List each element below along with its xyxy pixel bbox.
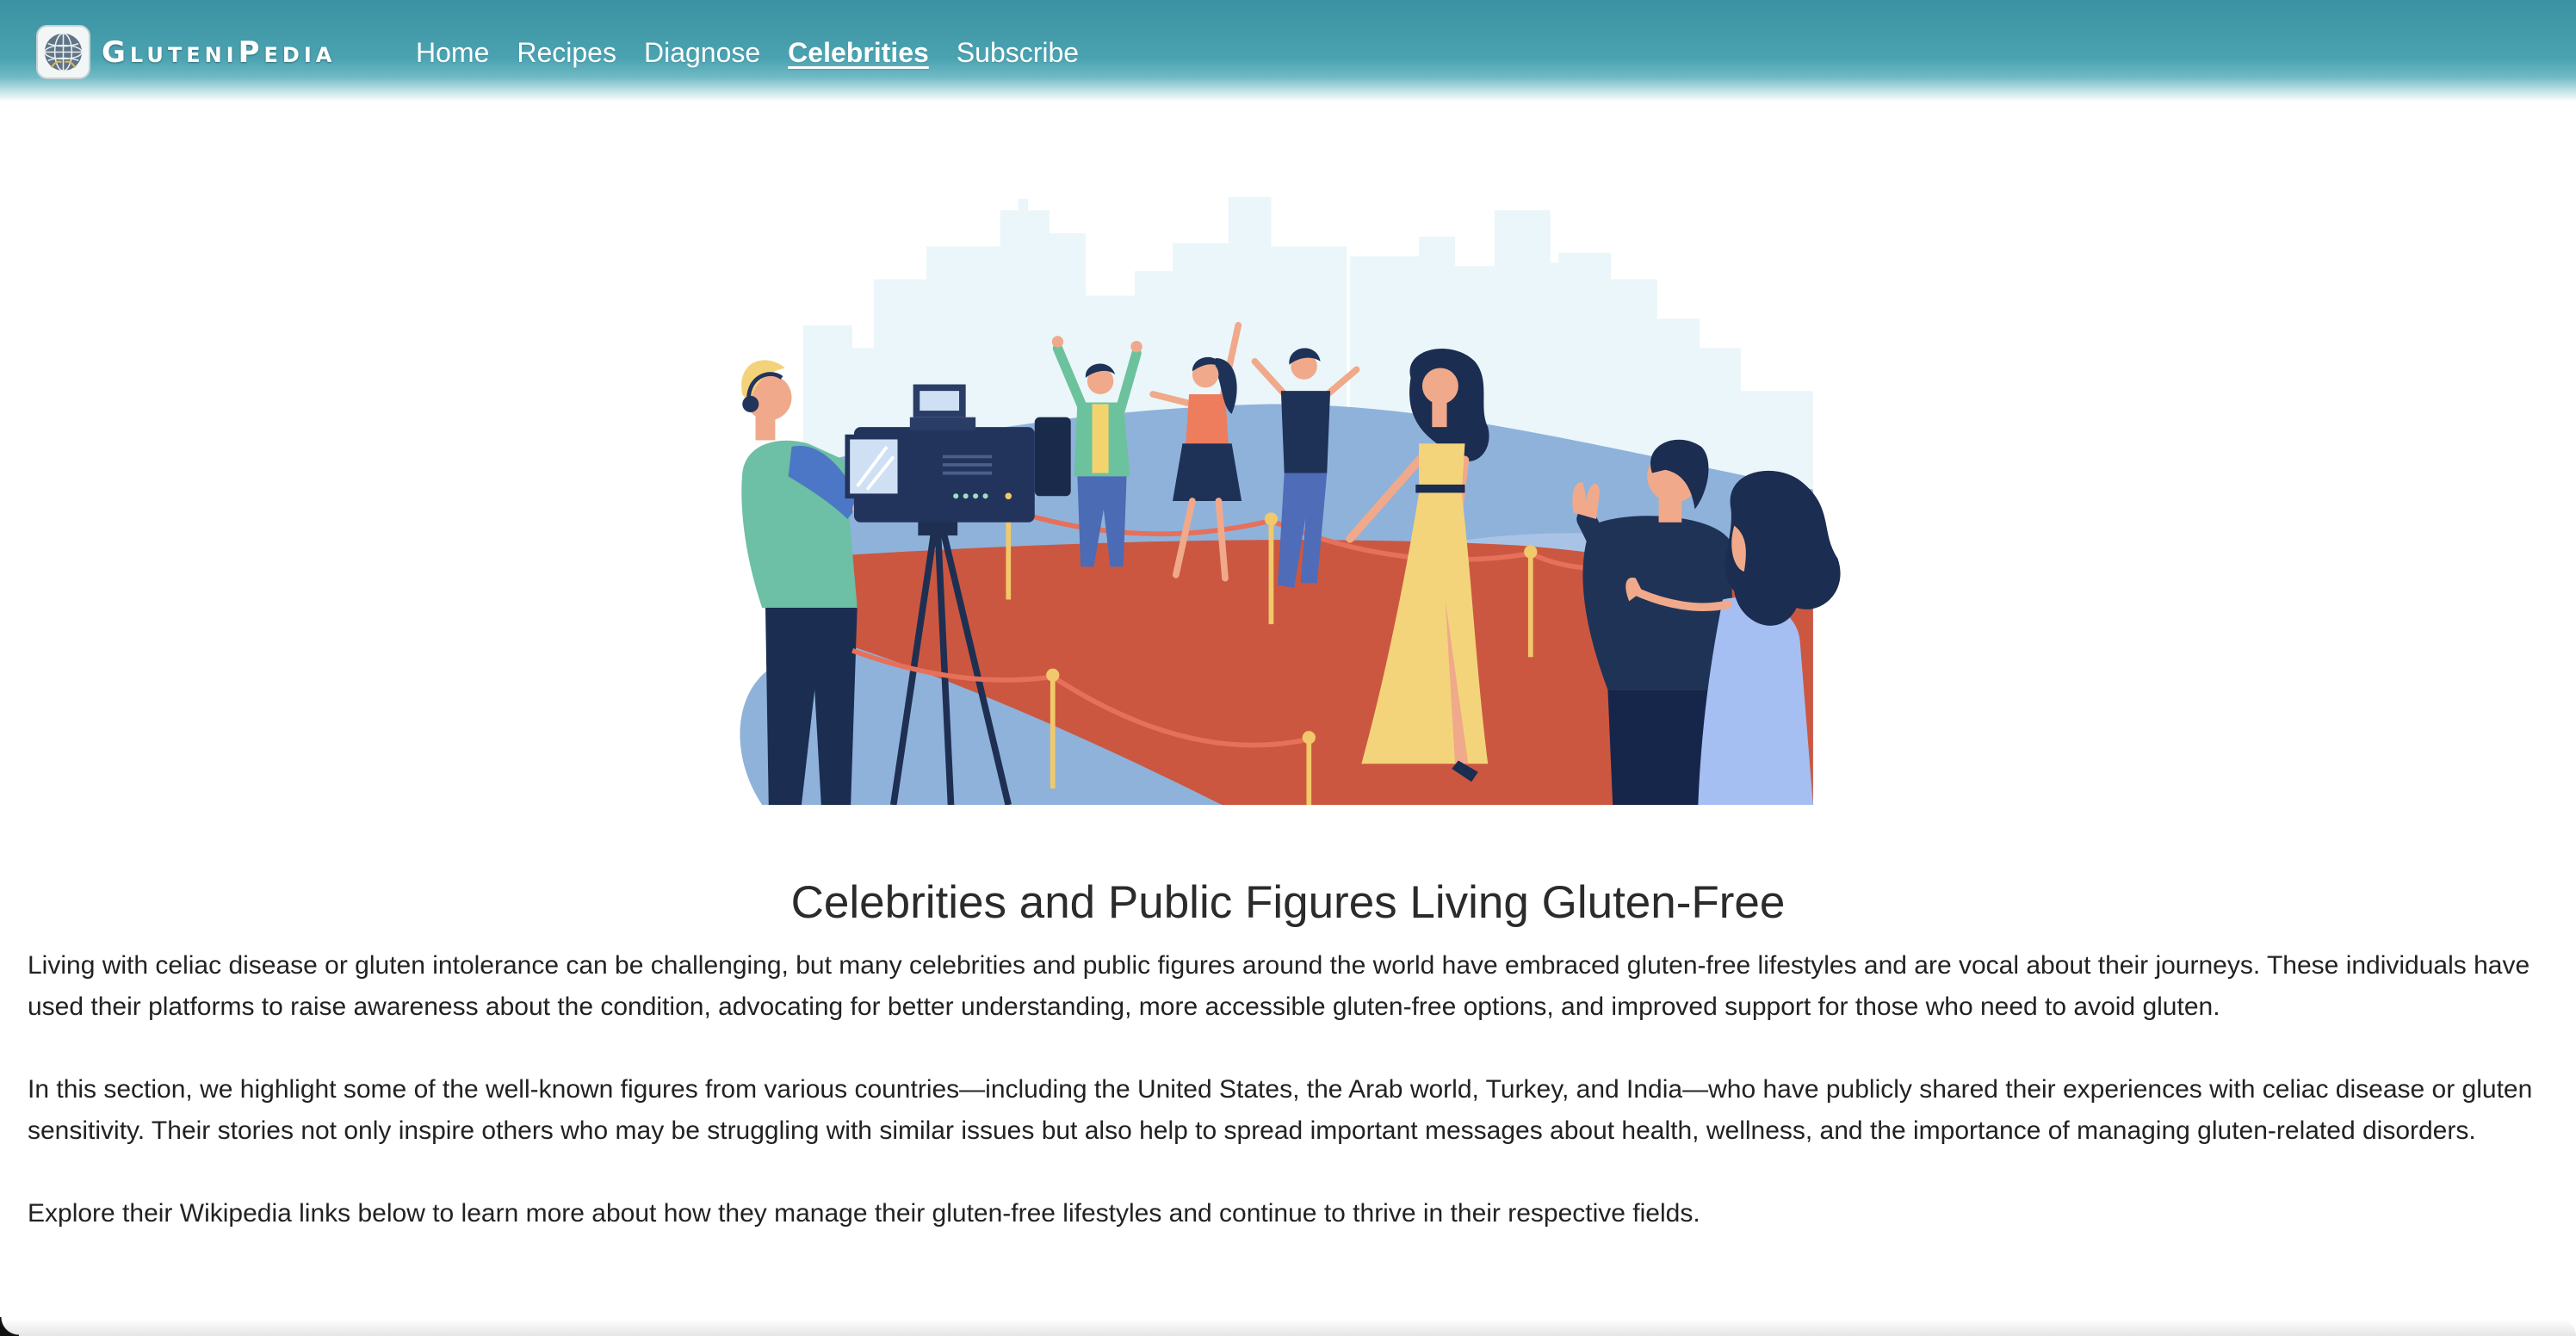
intro-paragraph-1: Living with celiac disease or gluten int… [28,951,2530,1021]
nav-recipes-link[interactable]: Recipes [517,2,616,103]
intro-paragraph-3: Explore their Wikipedia links below to l… [28,1199,1700,1228]
nav-celebrities-link[interactable]: Celebrities [788,2,929,103]
nav-subscribe-link[interactable]: Subscribe [957,2,1079,103]
intro-paragraph-2: In this section, we highlight some of th… [28,1075,2533,1145]
intro-section: Celebrities and Public Figures Living Gl… [28,875,2548,1276]
brand-name: GluteniPedia [102,35,337,70]
globe-logo-icon [36,25,90,79]
nav-home-link[interactable]: Home [416,2,489,103]
top-nav-bar: GluteniPedia Home Recipes Diagnose Celeb… [0,0,2576,102]
nav-diagnose-link[interactable]: Diagnose [644,2,760,103]
hero-illustration [729,197,1846,805]
main-nav: Home Recipes Diagnose Celebrities Subscr… [416,2,1079,103]
bottom-edge-shadow [0,1319,2576,1336]
window-corner [0,1317,19,1336]
page-title: Celebrities and Public Figures Living Gl… [790,877,1786,928]
